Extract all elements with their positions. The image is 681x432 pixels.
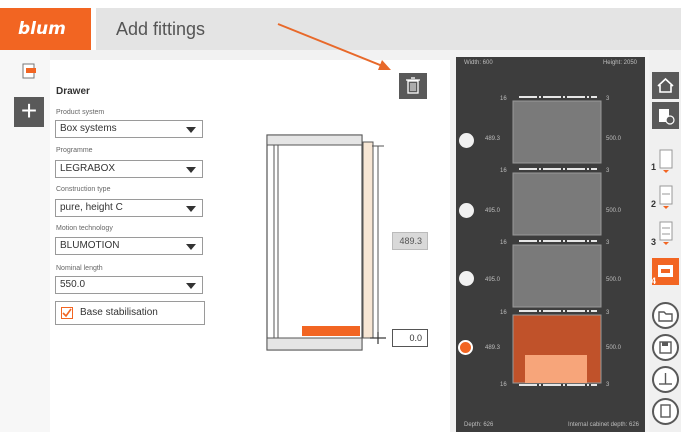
- programme-select[interactable]: LEGRABOX: [55, 160, 203, 178]
- step-2-button[interactable]: [652, 182, 679, 209]
- depth-label: Depth: 626: [464, 422, 494, 428]
- measure-button[interactable]: [652, 366, 679, 393]
- programme-value: LEGRABOX: [60, 163, 116, 174]
- gap-label: 16: [500, 240, 507, 246]
- folder-icon: [658, 311, 673, 322]
- step-4-button[interactable]: [652, 258, 679, 285]
- step-number: 4: [651, 276, 657, 286]
- gap-label: 16: [500, 168, 507, 174]
- chevron-down-icon: [186, 127, 196, 133]
- home-button[interactable]: [652, 72, 679, 99]
- level-icon: [659, 373, 672, 385]
- width-label: Width: 600: [464, 60, 493, 66]
- chevron-down-icon: [186, 283, 196, 289]
- chevron-down-icon: [186, 167, 196, 173]
- programme-label: Programme: [56, 147, 93, 154]
- checkbox-checked-icon: [61, 307, 73, 319]
- nominal-length-select[interactable]: 550.0: [55, 276, 203, 294]
- section-title: Drawer: [56, 86, 90, 97]
- compartment-right-value: 500.0: [606, 277, 622, 283]
- add-fitting-button[interactable]: +: [14, 97, 44, 127]
- base-stabilisation-checkbox[interactable]: Base stabilisation: [55, 301, 205, 325]
- cabinet-settings-icon: [659, 109, 675, 125]
- compartment-left-value: 489.3: [485, 136, 501, 142]
- step-3-button[interactable]: [652, 218, 679, 245]
- product-system-select[interactable]: Box systems: [55, 120, 203, 138]
- step-number: 1: [651, 162, 657, 172]
- product-system-label: Product system: [56, 109, 105, 116]
- construction-type-value: pure, height C: [60, 202, 123, 213]
- cabinet-preview: Width: 600 Height: 2050 Depth: 626 Inter…: [456, 57, 645, 432]
- document-icon: [660, 404, 671, 418]
- blum-logo: blum: [0, 8, 91, 50]
- print-button[interactable]: [652, 398, 679, 425]
- product-system-value: Box systems: [60, 123, 117, 134]
- base-stabilisation-label: Base stabilisation: [80, 307, 158, 318]
- nominal-length-label: Nominal length: [56, 265, 103, 272]
- construction-type-label: Construction type: [56, 186, 111, 193]
- top-bar: blum Add fittings: [0, 0, 681, 50]
- cabinet-outline-icon: [659, 149, 673, 173]
- drawer-icon: [658, 265, 673, 277]
- gap-right-label: 3: [606, 96, 610, 102]
- chevron-down-icon: [186, 206, 196, 212]
- home-icon: [657, 77, 674, 93]
- compartment-left-value: 495.0: [485, 208, 501, 214]
- compartment-radio-4[interactable]: [458, 340, 473, 355]
- gap-label: 16: [500, 382, 507, 388]
- step-number: 3: [651, 237, 657, 247]
- gap-right-label: 3: [606, 310, 610, 316]
- height-value-field[interactable]: 489.3: [392, 232, 428, 250]
- page-title: Add fittings: [116, 19, 206, 39]
- motion-technology-value: BLUMOTION: [60, 240, 120, 251]
- compartment-radio-1[interactable]: [459, 133, 474, 148]
- cabinet-shelves-icon: [659, 221, 673, 245]
- compartment-left-value: 495.0: [485, 277, 501, 283]
- step-number: 2: [651, 199, 657, 209]
- chevron-down-icon: [186, 244, 196, 250]
- compartment-right-value: 500.0: [606, 136, 622, 142]
- drawer-section-drawing: [266, 134, 386, 351]
- motion-technology-select[interactable]: BLUMOTION: [55, 237, 203, 255]
- construction-type-select[interactable]: pure, height C: [55, 199, 203, 217]
- motion-technology-label: Motion technology: [56, 225, 113, 232]
- height-label: Height: 2050: [602, 60, 637, 66]
- gap-label: 16: [500, 310, 507, 316]
- cabinet-side-icon: [659, 185, 673, 209]
- save-button[interactable]: [652, 334, 679, 361]
- trash-icon: [406, 77, 420, 94]
- gap-right-label: 3: [606, 382, 610, 388]
- step-1-button[interactable]: [652, 146, 679, 173]
- cabinet-settings-button[interactable]: [652, 102, 679, 129]
- open-file-button[interactable]: [652, 302, 679, 329]
- compartment-right-value: 500.0: [606, 345, 622, 351]
- save-icon: [659, 341, 672, 354]
- compartment-left-value: 489.3: [485, 345, 501, 351]
- cabinet-elevation: [512, 96, 602, 386]
- gap-label: 16: [500, 96, 507, 102]
- compartment-radio-2[interactable]: [459, 203, 474, 218]
- compartment-right-value: 500.0: [606, 208, 622, 214]
- gap-right-label: 3: [606, 168, 610, 174]
- delete-button[interactable]: [399, 73, 427, 99]
- internal-depth-label: Internal cabinet depth: 626: [567, 422, 639, 428]
- title-bar: Add fittings: [96, 8, 681, 50]
- compartment-radio-3[interactable]: [459, 271, 474, 286]
- nominal-length-value: 550.0: [60, 279, 86, 290]
- fitting-icon[interactable]: [20, 62, 38, 80]
- gap-right-label: 3: [606, 240, 610, 246]
- bottom-value-field[interactable]: 0.0: [392, 329, 428, 347]
